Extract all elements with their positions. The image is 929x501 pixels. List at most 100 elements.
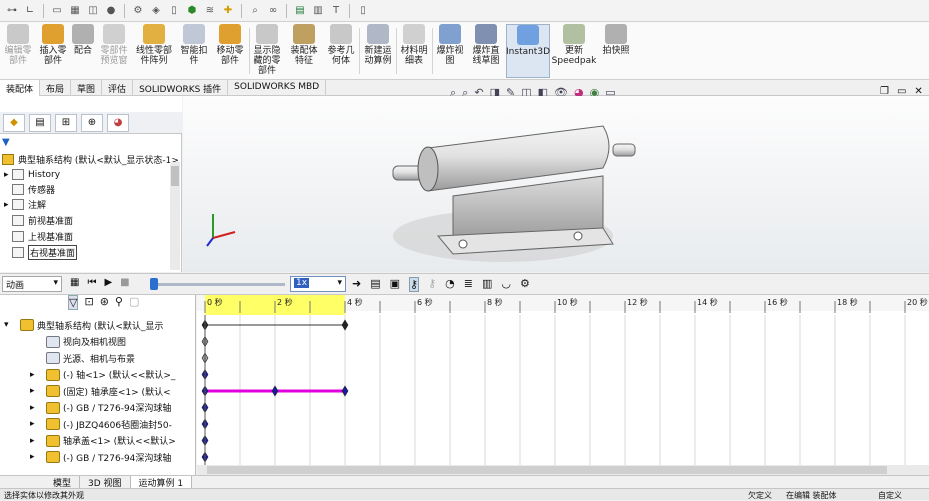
document-icon[interactable]: ▯ [355,3,371,19]
motion-tree-row[interactable]: ▸ (-) JBZQ4606毡圈油封50- [30,416,172,432]
add-key-icon[interactable]: ⚷ [428,277,436,292]
contact-icon[interactable]: ▥ [482,277,492,292]
feature-tree-tab-icon[interactable]: ◆ [3,113,25,132]
new-motion-study-button[interactable]: 新建运 动算例 [361,24,395,78]
filter-selected-icon[interactable]: ⚲ [115,295,123,310]
tree-item-annotations[interactable]: ▸ 注解 [4,197,46,212]
motion-tree-row[interactable]: ▸ (固定) 轴承座<1> (默认< [30,383,171,399]
expand-icon[interactable]: ▸ [30,403,46,413]
tree-item-history[interactable]: ▸ History [4,167,60,182]
motion-tree-row[interactable]: ▸ 轴承盖<1> (默认<<默认> [30,433,176,449]
grid-icon[interactable]: ▦ [67,3,83,19]
animation-wizard-icon[interactable]: ▣ [390,277,400,292]
filter-drive-icon[interactable]: ⊛ [100,295,109,310]
autokey-icon[interactable]: ⚷ [409,277,420,292]
explode-line-sketch-button[interactable]: 爆炸直 线草图 [468,24,504,78]
timeline-grid[interactable]: 0 秒 2 秒 4 秒 6 秒 8 秒 10 秒 12 秒 14 秒 16 秒 18 秒 20 秒 [197,295,929,475]
update-speedpak-button[interactable]: 更新 Speedpak [552,24,596,78]
spring-icon[interactable]: ≋ [202,3,218,19]
motion-tree-row[interactable]: ▸ (-) 轴<1> (默认<<默认>_ [30,367,175,383]
motion-tree-row[interactable]: ▸ (-) GB / T276-94深沟球轴 [30,449,171,465]
filter-icon[interactable]: ▽ [68,295,79,310]
mate-button[interactable]: 配合 [72,24,94,78]
scrollbar-thumb[interactable] [171,166,179,186]
assembly-features-button[interactable]: 装配体 特征 [287,24,321,78]
show-hidden-button[interactable]: 显示隐 藏的零 部件 [251,24,283,78]
sphere-icon[interactable]: ● [103,3,119,19]
motion-tree-row[interactable]: 光源、相机与布景 [30,350,135,366]
instant3d-button[interactable]: Instant3D [506,24,550,78]
expand-icon[interactable]: ▸ [30,436,46,446]
smart-fastener-button[interactable]: 智能扣件 [177,24,211,78]
component-preview-button[interactable]: 零部件 预览窗 [97,24,131,78]
text-icon[interactable]: T [328,3,344,19]
scrollbar-thumb[interactable] [207,466,887,474]
timeline-scrollbar[interactable] [197,465,929,475]
table-icon[interactable]: ▥ [310,3,326,19]
playback-speed-select[interactable]: 1x ▾ [290,276,346,292]
status-units[interactable]: 自定义 [878,490,902,501]
filter-animated-icon[interactable]: ⊡ [84,295,93,310]
reference-geometry-button[interactable]: 参考几 何体 [324,24,358,78]
playback-slider[interactable] [150,283,285,286]
play-icon[interactable]: ▶ [104,277,112,288]
filter-icon[interactable]: ▼ [2,137,10,148]
edit-component-button[interactable]: 编辑零 部件 [2,24,34,78]
tab-evaluate[interactable]: 评估 [102,80,134,96]
linear-pattern-button[interactable]: 线性零部 件阵列 [133,24,175,78]
cylinder-icon[interactable]: ▯ [166,3,182,19]
insert-component-button[interactable]: 插入零 部件 [36,24,70,78]
playback-mode-icon[interactable]: ➜ [352,277,361,292]
search-icon[interactable]: ⌕ [247,3,263,19]
tab-addins[interactable]: SOLIDWORKS 插件 [133,80,229,96]
tab-mbd[interactable]: SOLIDWORKS MBD [228,80,327,96]
tab-layout[interactable]: 布局 [40,80,72,96]
take-snapshot-button[interactable]: 拍快照 [598,24,634,78]
expand-icon[interactable]: ▾ [4,320,20,330]
bill-of-materials-button[interactable]: 材料明 细表 [398,24,430,78]
motion-tree-row[interactable]: ▾ 典型轴系结构 (默认<默认_显示 [4,317,163,333]
tree-item-right-plane[interactable]: 右视基准面 [12,245,78,260]
graphics-area[interactable] [183,96,929,272]
motor-icon[interactable]: ◔ [445,277,455,292]
settings-gear-icon[interactable]: ⚙ [520,277,530,292]
motion-tree-row[interactable]: ▸ (-) GB / T276-94深沟球轴 [30,400,171,416]
cube-icon[interactable]: ◫ [85,3,101,19]
exploded-view-button[interactable]: 爆炸视图 [434,24,466,78]
tree-item-sensors[interactable]: 传感器 [12,182,55,197]
dimxpert-tab-icon[interactable]: ⊕ [81,113,103,132]
tab-sketch[interactable]: 草图 [71,80,103,96]
filter-results-icon[interactable]: ▢ [129,295,139,310]
move-component-button[interactable]: 移动零 部件 [213,24,247,78]
corner-icon[interactable]: ∟ [22,3,38,19]
gravity-icon[interactable]: ◡ [501,277,511,292]
expand-icon[interactable]: ▸ [30,370,46,380]
motion-timeline[interactable]: 0 秒 2 秒 4 秒 6 秒 8 秒 10 秒 12 秒 14 秒 16 秒 18 秒 20 秒 [197,295,929,475]
expand-icon[interactable]: ▸ [4,200,12,210]
display-manager-tab-icon[interactable]: ◕ [107,113,129,132]
plus-icon[interactable]: ✚ [220,3,236,19]
spring-icon[interactable]: ≣ [464,277,473,292]
playback-slider-thumb[interactable] [150,278,158,290]
binoculars-icon[interactable]: ∞ [265,3,281,19]
configuration-tab-icon[interactable]: ⊞ [55,113,77,132]
property-manager-tab-icon[interactable]: ▤ [29,113,51,132]
pin-icon[interactable]: ⊶ [4,3,20,19]
gear-icon[interactable]: ⚙ [130,3,146,19]
save-animation-icon[interactable]: ▤ [370,277,380,292]
component-icon[interactable]: ◈ [148,3,164,19]
display-icon[interactable]: ▭ [49,3,65,19]
tab-assembly[interactable]: 装配体 [0,80,41,96]
play-from-start-icon[interactable]: ⏮ [87,277,96,288]
expand-icon[interactable]: ▸ [30,386,46,396]
expand-icon[interactable]: ▸ [30,452,46,462]
stop-icon[interactable]: ■ [120,277,129,288]
tree-root[interactable]: 典型轴系结构 (默认<默认_显示状态-1> [2,152,179,167]
model-view[interactable] [183,96,929,272]
expand-icon[interactable]: ▸ [4,170,12,180]
excel-icon[interactable]: ▤ [292,3,308,19]
study-type-select[interactable]: 动画 ▾ [2,276,62,292]
expand-icon[interactable]: ▸ [30,419,46,429]
shield-icon[interactable]: ⬢ [184,3,200,19]
tree-item-front-plane[interactable]: 前视基准面 [12,213,73,228]
